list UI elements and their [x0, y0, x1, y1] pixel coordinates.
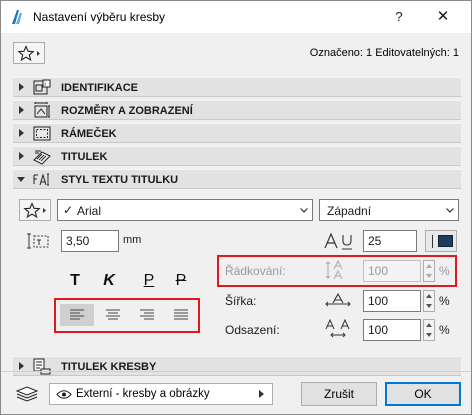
dimensions-icon: [34, 102, 50, 118]
script-dropdown[interactable]: Západní: [319, 199, 459, 221]
font-value: Arial: [77, 204, 102, 218]
ok-button[interactable]: OK: [385, 382, 461, 406]
width-stepper[interactable]: [423, 290, 435, 312]
width-input[interactable]: 100: [363, 290, 421, 312]
align-left-icon: [70, 309, 84, 320]
panel-frame[interactable]: RÁMEČEK: [13, 123, 461, 143]
font-check-icon: ✓: [63, 203, 74, 217]
spacing-stepper[interactable]: [423, 319, 435, 341]
size-unit: mm: [123, 234, 142, 246]
line-spacing-unit: %: [439, 264, 450, 278]
align-left-button[interactable]: [60, 304, 94, 326]
window-title: Nastavení výběru kresby: [33, 10, 166, 24]
line-spacing-stepper: [423, 260, 435, 282]
text-favorites-button[interactable]: [19, 199, 51, 221]
expand-arrow-icon: [19, 129, 24, 137]
align-justify-icon: [174, 309, 188, 320]
cancel-button[interactable]: Zrušit: [301, 382, 377, 406]
pen-color-button[interactable]: [425, 230, 457, 252]
text-style-icon: [33, 173, 49, 186]
spacing-unit: %: [439, 323, 450, 337]
width-unit: %: [439, 294, 450, 308]
script-value: Západní: [327, 204, 372, 218]
font-dropdown[interactable]: ✓ Arial: [57, 199, 313, 221]
expand-arrow-icon: [19, 152, 24, 160]
stepper-down-icon: [426, 304, 432, 308]
panel-label: ROZMĚRY A ZOBRAZENÍ: [61, 105, 193, 117]
align-center-icon: [106, 309, 120, 320]
bold-button[interactable]: T: [63, 270, 87, 292]
layer-dropdown[interactable]: Externí - kresby a obrázky: [49, 383, 273, 405]
collapse-arrow-icon: [17, 177, 25, 182]
stepper-down-icon: [426, 274, 432, 278]
close-button[interactable]: ✕: [433, 7, 453, 27]
underline-button[interactable]: P: [137, 270, 161, 292]
line-spacing-label: Řádkování:: [225, 264, 286, 278]
archicad-logo-icon: [12, 10, 22, 24]
stepper-down-icon: [426, 333, 432, 337]
chevron-down-icon: [446, 208, 454, 213]
favorites-star-icon: [17, 45, 40, 62]
panel-dimensions[interactable]: ROZMĚRY A ZOBRAZENÍ: [13, 100, 461, 120]
favorites-button[interactable]: [13, 42, 45, 64]
drawing-title-icon: [33, 358, 51, 375]
panel-text-style[interactable]: STYL TEXTU TITULKU: [13, 169, 461, 189]
panel-label: IDENTIFIKACE: [61, 82, 138, 94]
text-pen-icon: [324, 232, 352, 250]
title-bar: Nastavení výběru kresby ? ✕: [1, 1, 471, 33]
stepper-up-icon: [426, 323, 432, 327]
line-spacing-icon: [325, 259, 343, 280]
width-factor-icon: [325, 292, 351, 307]
layer-value: Externí - kresby a obrázky: [76, 388, 210, 400]
footer-separator: [1, 371, 471, 372]
italic-button[interactable]: K: [97, 270, 121, 292]
char-spacing-icon: [325, 318, 350, 338]
pen-number-input[interactable]: 25: [363, 230, 417, 252]
pen-color-swatch: [438, 235, 453, 247]
line-spacing-input: 100: [363, 260, 421, 282]
spacing-label: Odsazení:: [225, 323, 280, 337]
expand-arrow-icon: [19, 362, 24, 370]
align-right-button[interactable]: [130, 304, 164, 326]
chevron-right-icon: [259, 390, 264, 398]
pen-bar-icon: [432, 235, 433, 248]
panel-title[interactable]: TITULEK: [13, 146, 461, 166]
expand-arrow-icon: [19, 106, 24, 114]
width-label: Šířka:: [225, 294, 257, 308]
text-size-icon: [27, 233, 49, 249]
title-icon: [33, 150, 51, 165]
panel-drawing-title[interactable]: TITULEK KRESBY: [13, 356, 461, 376]
selection-count: Označeno: 1 Editovatelných: 1: [309, 47, 459, 59]
favorites-star-icon: [23, 202, 46, 219]
spacing-input[interactable]: 100: [363, 319, 421, 341]
eye-icon: [56, 390, 72, 399]
strikethrough-button[interactable]: P: [169, 270, 193, 292]
panel-label: RÁMEČEK: [61, 128, 117, 140]
help-button[interactable]: ?: [389, 7, 409, 27]
stepper-up-icon: [426, 264, 432, 268]
chevron-down-icon: [300, 208, 308, 213]
panel-identification[interactable]: i IDENTIFIKACE: [13, 77, 461, 97]
text-size-input[interactable]: 3,50: [61, 230, 119, 252]
align-right-icon: [140, 309, 154, 320]
stepper-up-icon: [426, 294, 432, 298]
panel-label: TITULEK: [61, 151, 108, 163]
align-center-button[interactable]: [96, 304, 130, 326]
identification-icon: i: [33, 79, 51, 95]
layers-icon: [15, 386, 39, 402]
dialog-window: Nastavení výběru kresby ? ✕ Označeno: 1 …: [0, 0, 472, 415]
frame-icon: [33, 126, 51, 141]
align-justify-button[interactable]: [164, 304, 198, 326]
panel-label: STYL TEXTU TITULKU: [61, 174, 179, 186]
expand-arrow-icon: [19, 83, 24, 91]
